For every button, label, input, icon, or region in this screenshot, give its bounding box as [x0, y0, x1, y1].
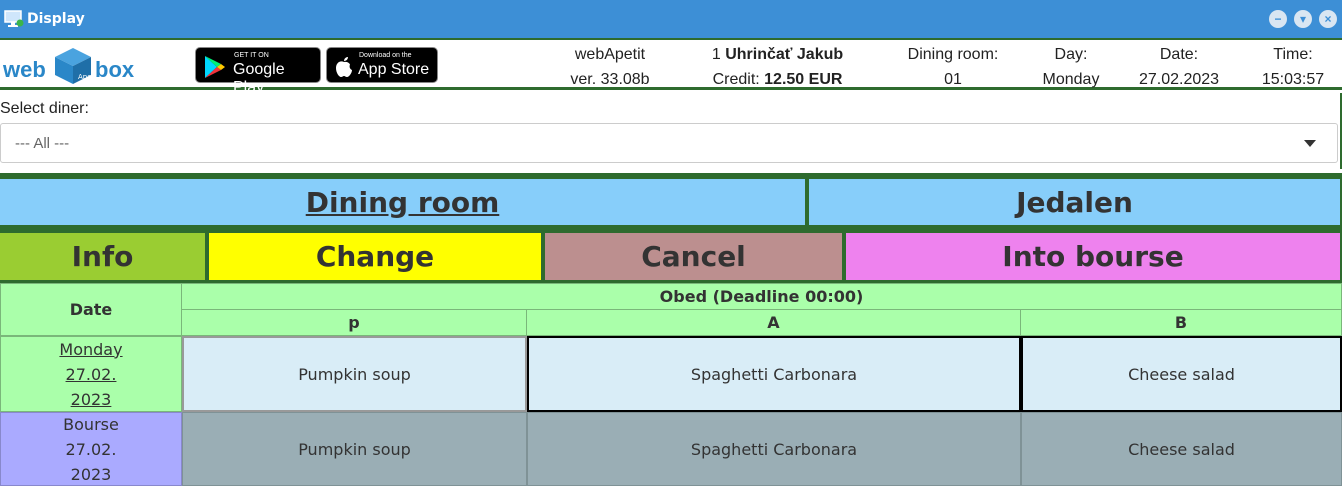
date-column-header: Date: [0, 283, 182, 336]
user-info: 1 Uhrinčať Jakub Credit: 12.50 EUR: [690, 42, 865, 92]
window-title: Display: [27, 11, 85, 27]
meal-cell-selected[interactable]: Spaghetti Carbonara: [527, 336, 1021, 412]
date-value: 27.02.2023: [1138, 71, 1220, 88]
user-number: 1: [711, 46, 721, 63]
change-button[interactable]: Change: [209, 233, 541, 280]
time-label: Time:: [1273, 46, 1313, 63]
date-info: Date: 27.02.2023: [1128, 42, 1230, 92]
table-row-date[interactable]: Monday 27.02. 2023: [0, 336, 182, 412]
minimize-button[interactable]: −: [1269, 10, 1287, 28]
column-header-a: A: [526, 309, 1021, 336]
diner-selector: Select diner: --- All ---: [0, 93, 1342, 169]
bourse-meal-cell[interactable]: Cheese salad: [1021, 412, 1342, 486]
app-version: webApetit ver. 33.08b: [560, 42, 660, 92]
apple-icon: [336, 57, 352, 77]
info-button[interactable]: Info: [0, 233, 205, 280]
google-play-badge[interactable]: GET IT ON Google Play: [195, 47, 321, 96]
meal-cell-selected[interactable]: Cheese salad: [1021, 336, 1342, 412]
meal-group-header: Obed (Deadline 00:00): [181, 283, 1342, 310]
into-bourse-button[interactable]: Into bourse: [846, 233, 1340, 280]
credit-label: Credit:: [712, 71, 760, 88]
version-text: ver. 33.08b: [570, 71, 650, 88]
close-button[interactable]: ×: [1319, 10, 1337, 28]
bourse-meal-cell[interactable]: Pumpkin soup: [182, 412, 527, 486]
date-label: Date:: [1159, 46, 1199, 63]
diner-select[interactable]: --- All ---: [0, 123, 1338, 163]
day-info: Day: Monday: [1030, 42, 1112, 92]
window-titlebar: Display − ▾ ×: [0, 0, 1342, 38]
cube-logo-icon: Apetit: [55, 48, 95, 84]
dining-room-label: Dining room:: [907, 46, 999, 63]
maximize-button[interactable]: ▾: [1294, 10, 1312, 28]
menu-table: Date Obed (Deadline 00:00) p A B Monday …: [0, 283, 1342, 486]
chevron-down-icon: [1304, 140, 1316, 147]
app-name: webApetit: [574, 46, 646, 63]
app-store-badge[interactable]: Download on the App Store: [326, 47, 438, 83]
time-value: 15:03:57: [1261, 71, 1325, 88]
cancel-button[interactable]: Cancel: [545, 233, 842, 280]
column-header-p: p: [181, 309, 527, 336]
action-bar: Info Change Cancel Into bourse: [0, 231, 1342, 283]
dining-room-value: 01: [944, 71, 962, 88]
rooms-bar: Dining room Jedalen: [0, 173, 1342, 231]
user-name: Uhrinčať Jakub: [725, 46, 844, 63]
day-label: Day:: [1054, 46, 1088, 63]
google-play-icon: [205, 56, 225, 78]
jedalen-button[interactable]: Jedalen: [809, 179, 1340, 225]
dining-room-info: Dining room: 01: [895, 42, 1011, 92]
webapetitbox-logo: web Apetit box: [3, 46, 138, 86]
svg-text:Apetit: Apetit: [78, 73, 95, 81]
credit-value: 12.50 EUR: [764, 71, 843, 88]
select-diner-label: Select diner:: [0, 100, 89, 117]
table-row-date: Bourse 27.02. 2023: [0, 412, 182, 486]
time-info: Time: 15:03:57: [1250, 42, 1336, 92]
diner-select-value: --- All ---: [15, 135, 70, 152]
column-header-b: B: [1020, 309, 1342, 336]
meal-cell[interactable]: Pumpkin soup: [182, 336, 527, 412]
bourse-meal-cell[interactable]: Spaghetti Carbonara: [527, 412, 1021, 486]
dining-room-link[interactable]: Dining room: [0, 179, 805, 225]
day-value: Monday: [1042, 71, 1100, 88]
monitor-icon: [4, 10, 24, 27]
app-header: web Apetit box GET IT ON Google Play Dow…: [0, 38, 1342, 96]
